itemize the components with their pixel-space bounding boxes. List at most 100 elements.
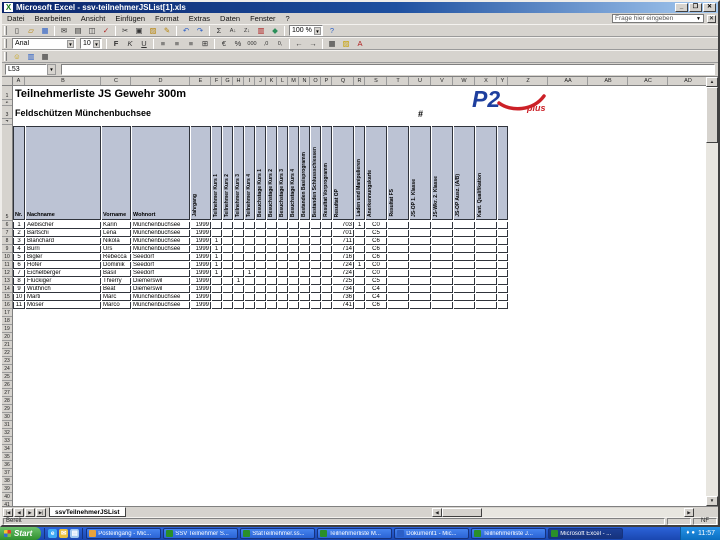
cell-K9[interactable] — [267, 246, 277, 253]
cell-V16[interactable] — [432, 302, 453, 309]
cell-K13[interactable] — [267, 278, 277, 285]
cell-U6[interactable] — [410, 222, 431, 229]
font-color-icon[interactable]: A — [353, 38, 367, 49]
cell-A8[interactable]: 3 — [13, 238, 25, 245]
cell-J10[interactable] — [256, 254, 266, 261]
cell-P15[interactable] — [322, 294, 332, 301]
row-header-19[interactable]: 19 — [2, 326, 12, 333]
cell-S16[interactable]: C6 — [366, 302, 387, 309]
row-header-2[interactable]: 2 — [2, 101, 12, 106]
spelling-icon[interactable]: ✓ — [99, 25, 113, 36]
cell-A14[interactable]: 9 — [13, 286, 25, 293]
cell-Y8[interactable] — [498, 238, 508, 245]
cell-N8[interactable] — [300, 238, 310, 245]
cell-V12[interactable] — [432, 270, 453, 277]
column-header-U[interactable]: U — [410, 77, 431, 85]
cell-S10[interactable]: C6 — [366, 254, 387, 261]
toolbar-grip[interactable] — [4, 52, 7, 61]
cell-R9[interactable] — [355, 246, 365, 253]
row-header-35[interactable]: 35 — [2, 454, 12, 461]
borders-icon[interactable]: ▦ — [325, 38, 339, 49]
cell-E6[interactable]: 1999 — [191, 222, 211, 229]
cell-F16[interactable] — [212, 302, 222, 309]
vertical-scrollbar[interactable]: ▲ ▼ — [706, 77, 718, 506]
cell-C6[interactable]: Karin — [102, 222, 131, 229]
vertical-scroll-thumb[interactable] — [706, 87, 718, 143]
row-header-22[interactable]: 22 — [2, 350, 12, 357]
scroll-right-icon[interactable]: ▶ — [684, 508, 694, 517]
row-header-3[interactable]: 3 — [2, 107, 12, 119]
cell-O12[interactable] — [311, 270, 321, 277]
column-header-X[interactable]: X — [476, 77, 497, 85]
copy-icon[interactable]: ▣ — [132, 25, 146, 36]
minimize-button[interactable]: _ — [675, 3, 688, 12]
cell-A10[interactable]: 5 — [13, 254, 25, 261]
mini-chart-icon[interactable]: ▥ — [24, 51, 38, 62]
cell-G13[interactable] — [223, 278, 233, 285]
name-box-chevron-down-icon[interactable]: ▼ — [47, 64, 56, 75]
cell-H6[interactable] — [234, 222, 244, 229]
cell-W12[interactable] — [454, 270, 475, 277]
cell-B16[interactable]: Moser — [26, 302, 101, 309]
row-header-12[interactable]: 12 — [2, 270, 12, 277]
cell-R14[interactable] — [355, 286, 365, 293]
cell-S11[interactable]: C0 — [366, 262, 387, 269]
cell-S6[interactable]: C0 — [366, 222, 387, 229]
align-right-icon[interactable]: ≡ — [184, 38, 198, 49]
cell-V10[interactable] — [432, 254, 453, 261]
cell-U13[interactable] — [410, 278, 431, 285]
chart-wizard-icon[interactable]: ▥ — [254, 25, 268, 36]
row-header-40[interactable]: 40 — [2, 494, 12, 501]
cell-L11[interactable] — [278, 262, 288, 269]
font-combo[interactable]: Arial ▼ — [12, 38, 76, 49]
cell-U14[interactable] — [410, 286, 431, 293]
cell-M11[interactable] — [289, 262, 299, 269]
cell-R13[interactable] — [355, 278, 365, 285]
cell-N12[interactable] — [300, 270, 310, 277]
toolbar-grip[interactable] — [4, 39, 7, 48]
cell-F15[interactable] — [212, 294, 222, 301]
cell-J9[interactable] — [256, 246, 266, 253]
cell-P10[interactable] — [322, 254, 332, 261]
cell-E10[interactable]: 1999 — [191, 254, 211, 261]
column-header-A[interactable]: A — [13, 77, 25, 85]
column-header-R[interactable]: R — [355, 77, 365, 85]
cell-J7[interactable] — [256, 230, 266, 237]
taskbar-button[interactable]: StatTeilnehmer.ss... — [240, 528, 316, 539]
column-header-L[interactable]: L — [278, 77, 288, 85]
row-header-28[interactable]: 28 — [2, 398, 12, 405]
undo-icon[interactable]: ↶ — [179, 25, 193, 36]
increase-decimal-icon[interactable]: ,0 — [259, 38, 273, 49]
cell-D8[interactable]: Münchenbuchsee — [132, 238, 190, 245]
cell-N16[interactable] — [300, 302, 310, 309]
cell-G7[interactable] — [223, 230, 233, 237]
cell-L8[interactable] — [278, 238, 288, 245]
row-header-24[interactable]: 24 — [2, 366, 12, 373]
column-header-P[interactable]: P — [322, 77, 332, 85]
cell-E14[interactable]: 1999 — [191, 286, 211, 293]
cell-C8[interactable]: Nikola — [102, 238, 131, 245]
formula-input[interactable] — [61, 64, 715, 75]
cell-T6[interactable] — [388, 222, 409, 229]
row-header-10[interactable]: 10 — [2, 254, 12, 261]
increase-indent-icon[interactable]: → — [306, 38, 320, 49]
cell-P16[interactable] — [322, 302, 332, 309]
taskbar-button[interactable]: Dokument1 - Mic... — [394, 528, 470, 539]
cell-S12[interactable]: C0 — [366, 270, 387, 277]
cell-W15[interactable] — [454, 294, 475, 301]
cell-M16[interactable] — [289, 302, 299, 309]
cell-J12[interactable] — [256, 270, 266, 277]
print-preview-icon[interactable]: ◫ — [85, 25, 99, 36]
cell-R6[interactable]: 1 — [355, 222, 365, 229]
cell-U7[interactable] — [410, 230, 431, 237]
column-header-AA[interactable]: AA — [549, 77, 588, 85]
cell-Q14[interactable]: 734 — [333, 286, 354, 293]
cell-C7[interactable]: Lena — [102, 230, 131, 237]
sheet-tab[interactable]: ssvTeilnehmerJSList — [49, 507, 126, 517]
row-header-1[interactable]: 1 — [2, 86, 12, 100]
fill-color-icon[interactable]: ▨ — [339, 38, 353, 49]
cell-W8[interactable] — [454, 238, 475, 245]
cell-N14[interactable] — [300, 286, 310, 293]
row-header-7[interactable]: 7 — [2, 230, 12, 237]
cell-B12[interactable]: Eichelberger — [26, 270, 101, 277]
